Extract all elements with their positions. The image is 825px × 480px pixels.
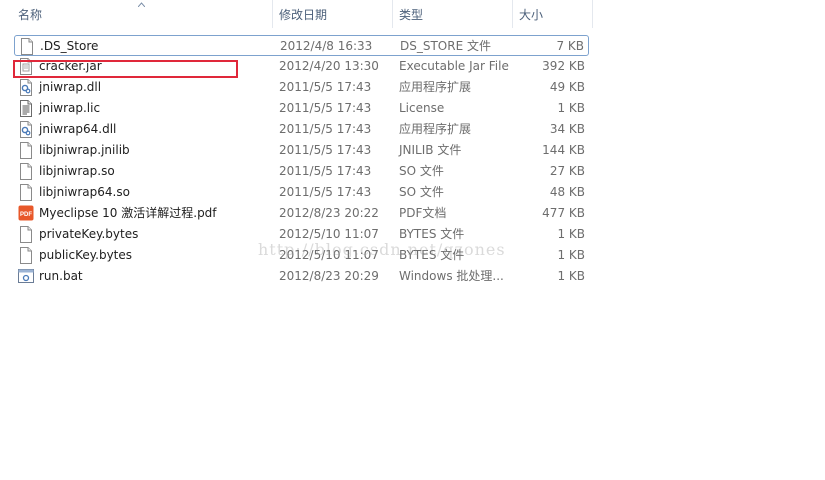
file-type: Windows 批处理... [399,269,504,283]
file-row[interactable]: libjniwrap.jnilib 2011/5/5 17:43 JNILIB 文件… [14,140,589,161]
highlight-annotation-box [13,60,238,78]
file-name: jniwrap.dll [39,80,102,94]
file-row[interactable]: jniwrap64.dll 2011/5/5 17:43 应用程序扩展 34 KB [14,119,589,140]
file-modified-date: 2011/5/5 17:43 [279,80,372,94]
file-row[interactable]: PDF Myeclipse 10 激活详解过程.pdf 2012/8/23 20:2… [14,203,589,224]
file-type: Executable Jar File [399,59,509,73]
column-header-size[interactable]: 大小 [513,0,593,28]
file-modified-date: 2012/8/23 20:22 [279,206,379,220]
column-header-date[interactable]: 修改日期 [273,0,393,28]
file-row[interactable]: run.bat 2012/8/23 20:29 Windows 批处理... 1 KB [14,266,589,287]
file-type: SO 文件 [399,164,444,178]
file-name: libjniwrap.jnilib [39,143,130,157]
file-modified-date: 2012/4/8 16:33 [280,39,373,53]
blank-file-icon [18,184,34,201]
file-size: 1 KB [557,227,585,241]
column-header-size-label: 大小 [519,8,544,22]
dll-file-icon [18,121,34,138]
file-name: .DS_Store [40,39,99,53]
blank-file-icon [18,247,34,264]
file-name: libjniwrap64.so [39,185,130,199]
file-modified-date: 2011/5/5 17:43 [279,122,372,136]
watermark-text: http://blog.csdn.net/qzones [258,240,506,259]
file-size: 1 KB [557,269,585,283]
file-modified-date: 2011/5/5 17:43 [279,101,372,115]
file-modified-date: 2011/5/5 17:43 [279,185,372,199]
bat-file-icon [18,268,34,285]
file-row[interactable]: libjniwrap64.so 2011/5/5 17:43 SO 文件 48 KB [14,182,589,203]
file-type: SO 文件 [399,185,444,199]
blank-file-icon [18,226,34,243]
blank-file-icon [18,142,34,159]
column-header-date-label: 修改日期 [279,8,328,22]
file-size: 392 KB [542,59,585,73]
column-header-type-label: 类型 [399,8,424,22]
column-header-bar: 名称 修改日期 类型 大小 [0,0,825,28]
file-modified-date: 2011/5/5 17:43 [279,143,372,157]
file-size: 48 KB [549,185,585,199]
file-type: DS_STORE 文件 [400,39,491,53]
file-size: 27 KB [549,164,585,178]
file-size: 49 KB [549,80,585,94]
file-type: 应用程序扩展 [399,122,472,136]
file-name: jniwrap.lic [39,101,101,115]
file-name: privateKey.bytes [39,227,139,241]
file-size: 1 KB [557,248,585,262]
file-size: 7 KB [556,39,584,53]
file-row[interactable]: .DS_Store 2012/4/8 16:33 DS_STORE 文件 7 KB [14,35,589,56]
text-file-icon [18,100,34,117]
file-modified-date: 2012/4/20 13:30 [279,59,379,73]
file-name: publicKey.bytes [39,248,133,262]
sort-ascending-icon [138,2,145,7]
column-header-name-label: 名称 [18,8,43,22]
file-size: 34 KB [549,122,585,136]
file-type: JNILIB 文件 [399,143,462,157]
file-name: Myeclipse 10 激活详解过程.pdf [39,206,217,220]
file-name: libjniwrap.so [39,164,115,178]
file-row[interactable]: libjniwrap.so 2011/5/5 17:43 SO 文件 27 KB [14,161,589,182]
blank-file-icon [19,38,35,55]
file-type: PDF文档 [399,206,447,220]
blank-file-icon [18,163,34,180]
file-name: jniwrap64.dll [39,122,117,136]
file-size: 1 KB [557,101,585,115]
file-name: run.bat [39,269,83,283]
file-type: License [399,101,445,115]
file-modified-date: 2011/5/5 17:43 [279,164,372,178]
file-size: 144 KB [542,143,585,157]
file-type: 应用程序扩展 [399,80,472,94]
file-row[interactable]: jniwrap.dll 2011/5/5 17:43 应用程序扩展 49 KB [14,77,589,98]
pdf-file-icon: PDF [18,205,34,222]
dll-file-icon [18,79,34,96]
column-header-type[interactable]: 类型 [393,0,513,28]
file-size: 477 KB [542,206,585,220]
file-row[interactable]: jniwrap.lic 2011/5/5 17:43 License 1 KB [14,98,589,119]
file-modified-date: 2012/8/23 20:29 [279,269,379,283]
svg-text:PDF: PDF [20,212,32,218]
